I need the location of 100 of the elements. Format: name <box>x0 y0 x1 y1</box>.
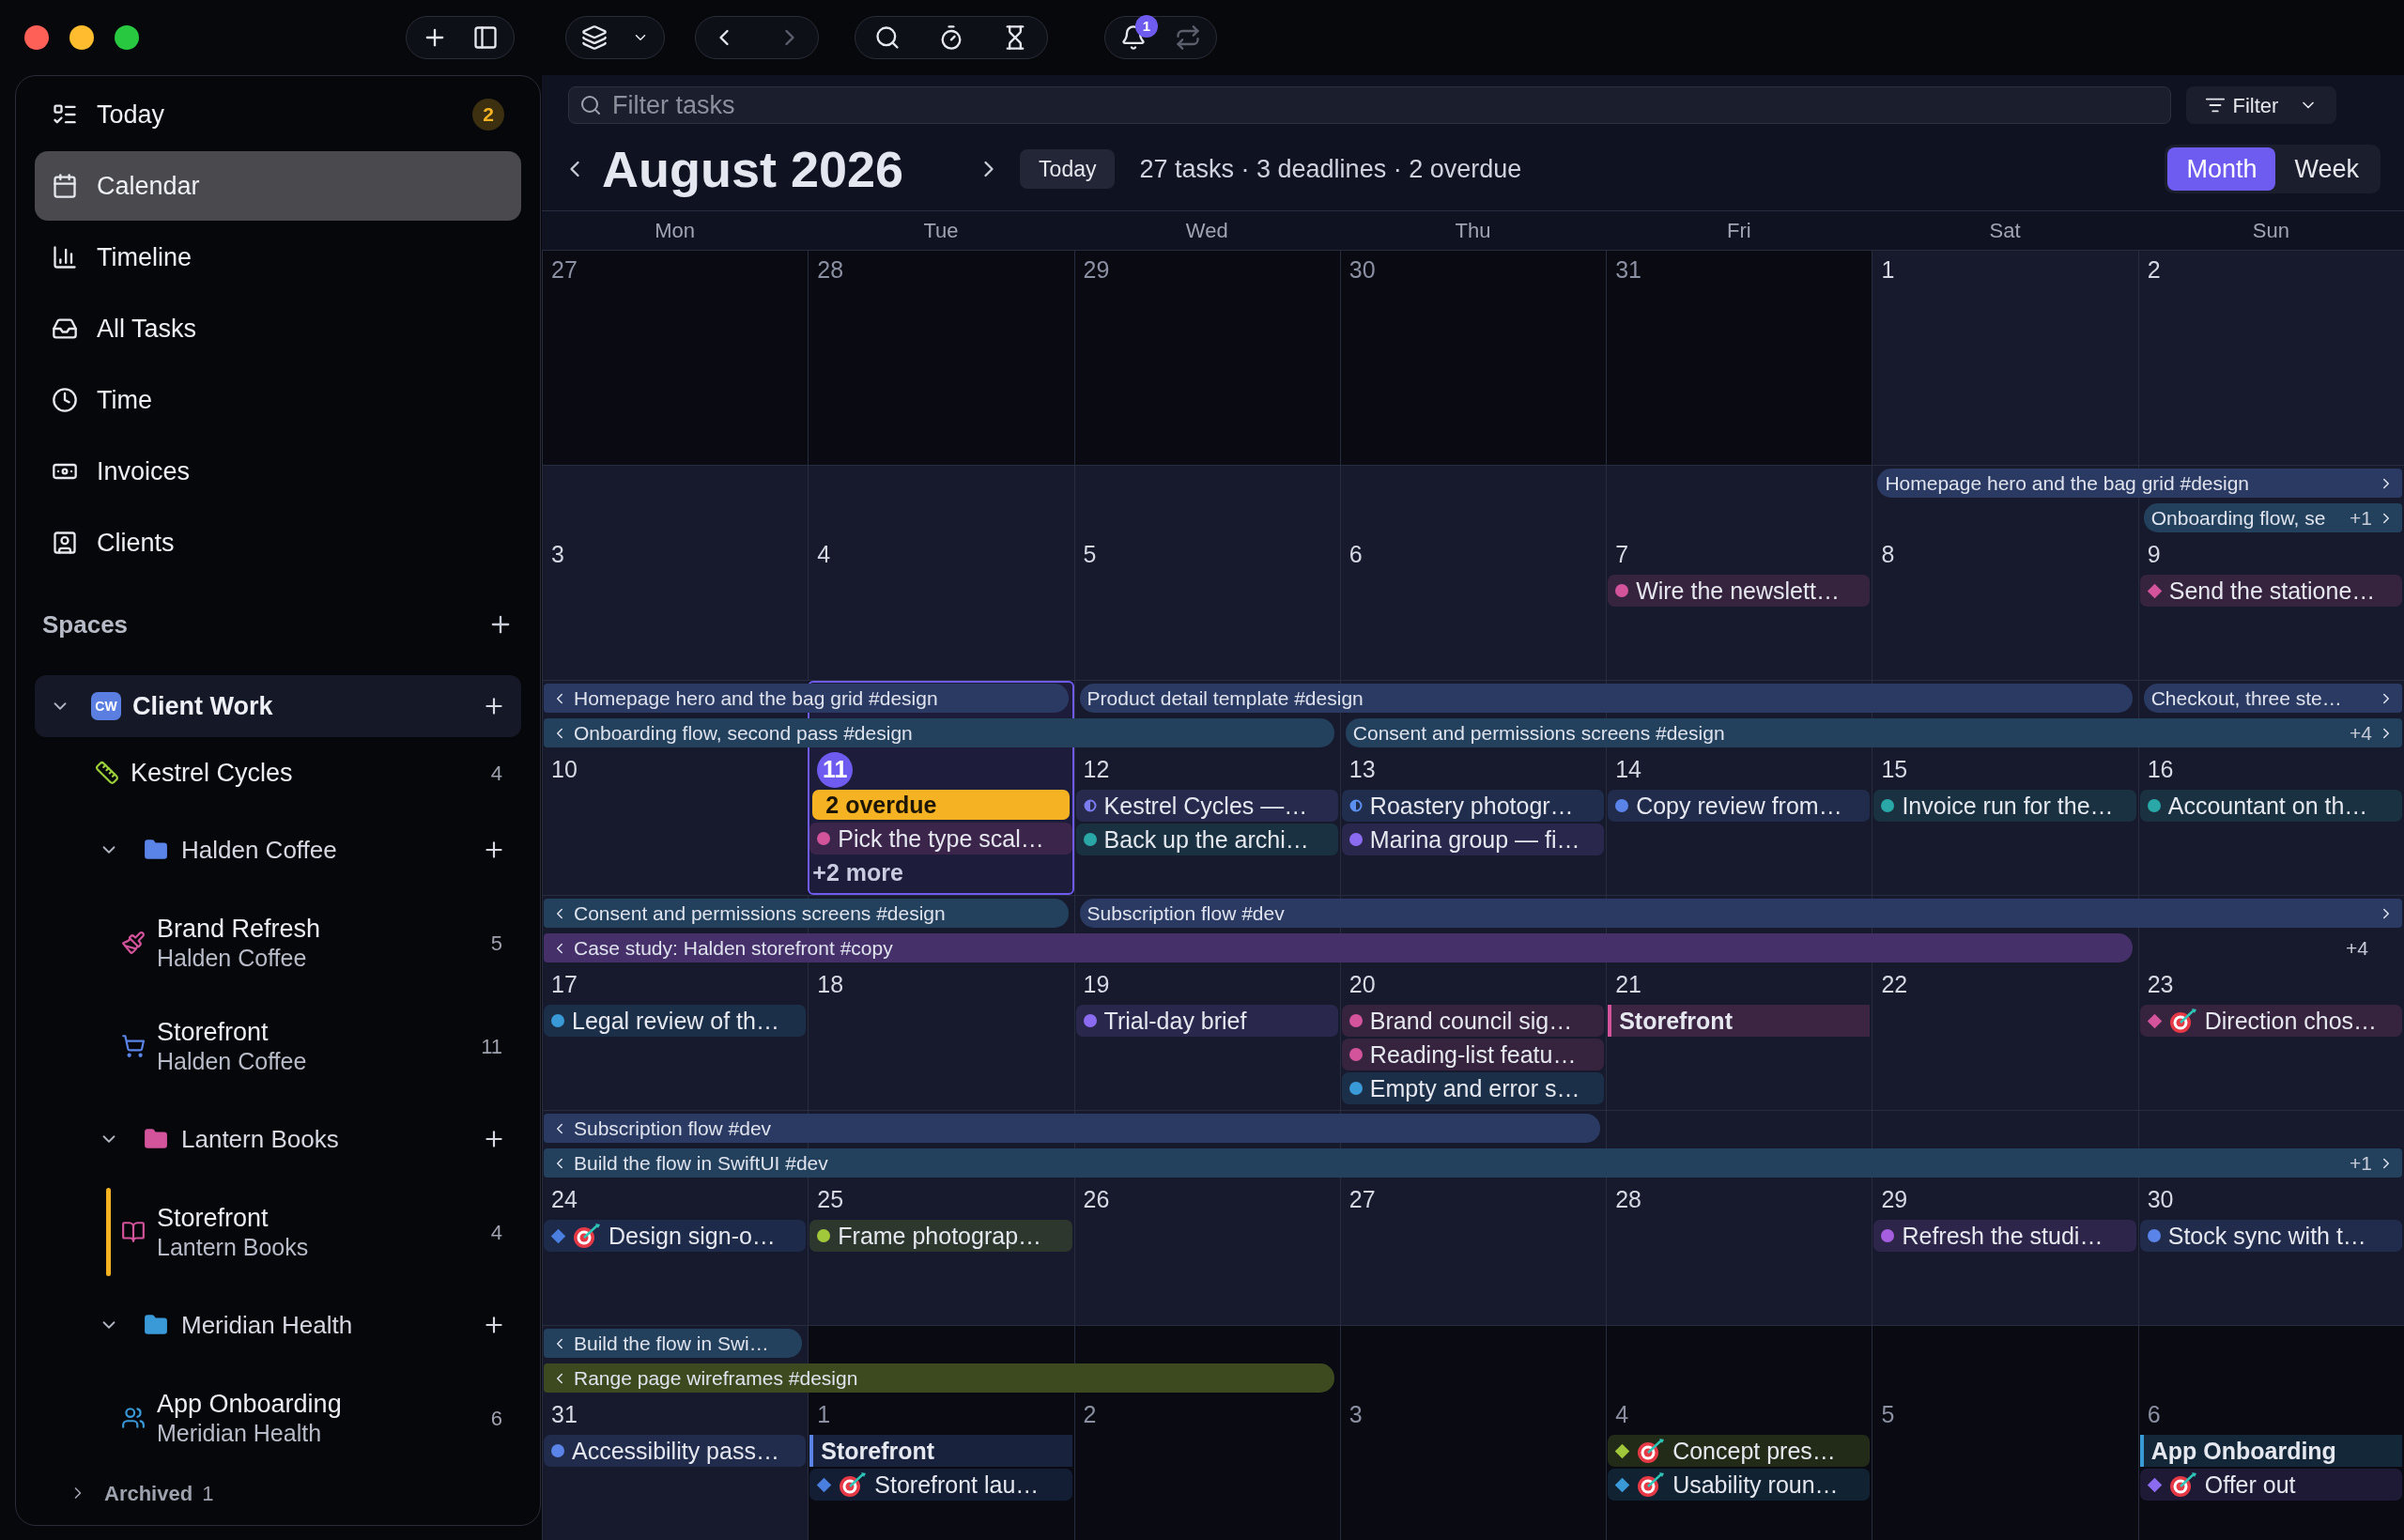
search-icon[interactable] <box>874 24 901 51</box>
task-item[interactable]: Empty and error s… <box>1341 1072 1605 1104</box>
task-item[interactable]: Back up the archi… <box>1075 824 1338 855</box>
close-window-button[interactable] <box>24 25 49 50</box>
event-bar[interactable]: Build the flow in Swi… <box>544 1329 803 1358</box>
event-bar[interactable]: Subscription flow #dev <box>544 1114 1601 1143</box>
more-count[interactable]: +4 <box>2346 938 2368 958</box>
task-item[interactable]: Brand council sig… <box>1341 1005 1605 1037</box>
task-item[interactable]: Accessibility pass… <box>544 1435 807 1467</box>
task-item[interactable]: Roastery photogr… <box>1341 790 1605 822</box>
project-row[interactable]: Storefront Lantern Books 4 <box>16 1180 540 1284</box>
nav-item[interactable]: Time <box>35 365 521 435</box>
day-cell[interactable] <box>1339 466 1607 680</box>
day-cell[interactable] <box>1339 251 1607 465</box>
task-title: Kestrel Cycles —… <box>1103 793 1308 818</box>
overdue-badge[interactable]: 2 overdue <box>812 790 1070 820</box>
day-cell[interactable] <box>1872 251 2138 465</box>
task-item[interactable]: Direction chos… <box>2139 1005 2402 1037</box>
task-item[interactable]: Trial-day brief <box>1075 1005 1338 1037</box>
task-item[interactable]: Reading-list featu… <box>1341 1039 1605 1070</box>
task-item[interactable]: Usability roun… <box>1608 1469 1871 1501</box>
event-title: Subscription flow #dev <box>1086 903 1286 923</box>
event-bar[interactable]: Build the flow in SwiftUI #dev +1 <box>544 1148 2402 1178</box>
task-item[interactable]: Pick the type scal… <box>809 823 1072 855</box>
folder-row[interactable]: Meridian Health <box>16 1284 540 1366</box>
project-row[interactable]: App Onboarding Meridian Health 6 <box>16 1366 540 1470</box>
project-client: Meridian Health <box>157 1419 323 1447</box>
nav-item[interactable]: All Tasks <box>35 294 521 363</box>
event-bar[interactable]: Consent and permissions screens #design <box>544 899 1069 928</box>
view-tab[interactable]: Month <box>2167 147 2276 191</box>
zoom-window-button[interactable] <box>115 25 139 50</box>
folder-row[interactable]: Halden Coffee <box>16 808 540 891</box>
layers-icon[interactable] <box>581 24 608 51</box>
task-item[interactable]: Invoice run for the… <box>1873 790 2136 822</box>
nav-item[interactable]: Clients <box>35 508 521 578</box>
event-bar[interactable]: Homepage hero and the bag grid #design <box>1877 469 2402 498</box>
event-bar[interactable]: Onboarding flow, second pass #design <box>544 718 1334 747</box>
day-cell[interactable] <box>542 466 809 680</box>
day-cell[interactable] <box>1606 1326 1872 1540</box>
nav-item[interactable]: Calendar <box>35 151 521 221</box>
day-cell[interactable] <box>1872 466 2138 680</box>
space-row[interactable]: CW Client Work <box>35 675 521 737</box>
date-number: 26 <box>1083 1185 1110 1215</box>
day-cell[interactable] <box>1872 1326 2138 1540</box>
filter-field[interactable]: Filter tasks <box>568 86 2171 124</box>
event-bar[interactable]: Case study: Halden storefront #copy <box>544 933 2133 962</box>
task-item[interactable]: Marina group — fi… <box>1341 824 1605 855</box>
minimize-window-button[interactable] <box>69 25 94 50</box>
task-item[interactable]: Concept pres… <box>1608 1435 1871 1467</box>
task-item[interactable]: Design sign-o… <box>544 1220 807 1252</box>
day-cell[interactable] <box>542 251 809 465</box>
task-item[interactable]: Offer out <box>2139 1469 2402 1501</box>
project-row[interactable]: Kestrel Cycles 4 <box>16 737 540 808</box>
event-bar[interactable]: Onboarding flow, se +1 <box>2143 503 2402 532</box>
archived-row[interactable]: Archived 1 <box>16 1470 540 1517</box>
event-bar[interactable]: Subscription flow #dev <box>1079 899 2402 928</box>
task-item[interactable]: Send the statione… <box>2139 575 2402 607</box>
day-cell[interactable] <box>1606 251 1872 465</box>
project-row[interactable]: Brand Refresh Halden Coffee 5 <box>16 891 540 994</box>
count-badge: 2 <box>472 99 504 131</box>
event-bar[interactable]: Consent and permissions screens #design +4 <box>1345 718 2402 747</box>
task-item[interactable]: Copy review from… <box>1608 790 1871 822</box>
project-item[interactable]: Storefront <box>1608 1005 1871 1037</box>
day-cell[interactable] <box>808 251 1074 465</box>
today-button[interactable]: Today <box>1020 149 1116 189</box>
filter-button[interactable]: Filter <box>2186 86 2336 124</box>
day-cell[interactable] <box>1073 466 1340 680</box>
event-title: Build the flow in Swi… <box>574 1333 770 1353</box>
day-cell[interactable] <box>2137 251 2404 465</box>
event-bar[interactable]: Homepage hero and the bag grid #design <box>544 684 1069 713</box>
nav-label: Timeline <box>97 241 193 273</box>
day-cell[interactable] <box>1073 251 1340 465</box>
task-item[interactable]: Kestrel Cycles —… <box>1075 790 1338 822</box>
task-item[interactable]: Legal review of th… <box>544 1005 807 1037</box>
project-item[interactable]: App Onboarding <box>2139 1435 2402 1467</box>
task-item[interactable]: Accountant on th… <box>2139 790 2402 822</box>
event-bar[interactable]: Range page wireframes #design <box>544 1363 1334 1393</box>
event-bar[interactable]: Product detail template #design <box>1079 684 2133 713</box>
task-item[interactable]: Storefront lau… <box>809 1469 1072 1501</box>
nav-item[interactable]: Invoices <box>35 437 521 506</box>
more-link[interactable]: +2 more <box>809 856 1072 888</box>
task-item[interactable]: Stock sync with t… <box>2139 1220 2402 1252</box>
folder-row[interactable]: Lantern Books <box>16 1098 540 1180</box>
day-cell[interactable] <box>1606 466 1872 680</box>
task-count: 6 <box>490 1405 502 1432</box>
sidebar-toggle-icon[interactable] <box>472 24 499 51</box>
task-item[interactable]: Frame photograp… <box>809 1220 1072 1252</box>
project-item[interactable]: Storefront <box>809 1435 1072 1467</box>
task-item[interactable]: Refresh the studi… <box>1873 1220 2136 1252</box>
event-bar[interactable]: Checkout, three ste… <box>2143 684 2402 713</box>
day-cell[interactable] <box>808 466 1074 680</box>
view-tab[interactable]: Week <box>2275 147 2378 191</box>
task-item[interactable]: Wire the newslett… <box>1608 575 1871 607</box>
task-count: 4 <box>490 760 502 787</box>
day-cell[interactable] <box>1339 1326 1607 1540</box>
nav-item[interactable]: Today 2 <box>35 80 521 149</box>
project-row[interactable]: Storefront Halden Coffee 11 <box>16 994 540 1098</box>
clock-icon <box>52 387 78 413</box>
nav-item[interactable]: Timeline <box>35 223 521 292</box>
day-cell[interactable] <box>2137 1326 2404 1540</box>
